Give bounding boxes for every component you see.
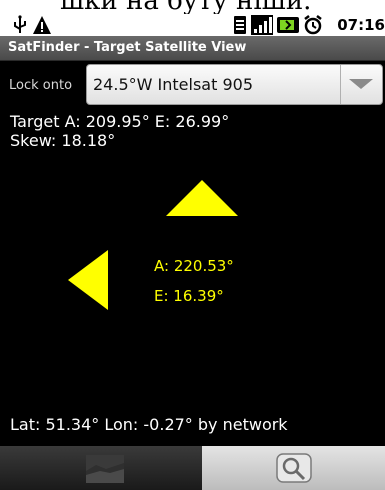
azimuth-left-arrow-icon <box>68 250 108 310</box>
battery-icon <box>277 17 299 33</box>
app-title: SatFinder - Target Satellite View <box>8 40 247 55</box>
status-bar: 07:16 <box>0 14 385 36</box>
signal-icon <box>251 15 273 35</box>
alarm-icon <box>304 15 322 35</box>
satellite-image-icon <box>86 455 124 483</box>
satellite-select[interactable]: 24.5°W Intelsat 905 <box>86 64 383 105</box>
satellite-select-value: 24.5°W Intelsat 905 <box>93 75 253 94</box>
warning-icon <box>33 16 51 34</box>
clipped-text: шки на буту ніши. <box>60 0 311 14</box>
current-azimuth: A: 220.53° <box>154 257 234 275</box>
sim-icon <box>234 16 246 34</box>
current-elevation: E: 16.39° <box>154 287 224 305</box>
location-readout: Lat: 51.34° Lon: -0.27° by network <box>10 415 288 434</box>
status-time: 07:16 <box>337 16 385 34</box>
usb-icon <box>14 15 26 33</box>
clipped-top-text: шки на буту ніши. <box>0 0 385 14</box>
target-readout: Target A: 209.95° E: 26.99° <box>10 112 230 131</box>
chevron-down-icon[interactable] <box>349 79 373 91</box>
app-title-bar: SatFinder - Target Satellite View <box>0 36 385 61</box>
magnifier-icon <box>276 453 312 483</box>
tab-satellite-view[interactable] <box>0 446 202 490</box>
lock-label: Lock onto <box>9 78 73 93</box>
bottom-tab-bar <box>0 446 385 490</box>
elevation-up-arrow-icon <box>166 180 238 216</box>
skew-readout: Skew: 18.18° <box>10 131 116 150</box>
select-divider <box>340 65 341 104</box>
tab-search[interactable] <box>202 446 385 490</box>
